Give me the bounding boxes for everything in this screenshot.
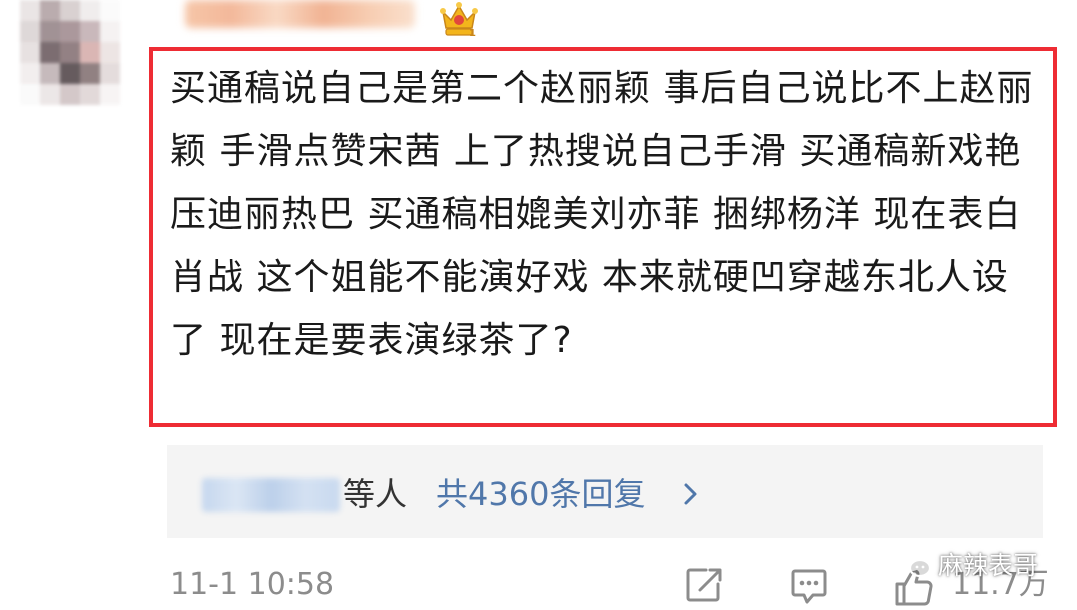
- replies-count-link[interactable]: 共4360条回复: [436, 472, 645, 516]
- chevron-right-icon[interactable]: [680, 480, 702, 508]
- svg-text:1: 1: [469, 28, 476, 38]
- replies-and-others-label: 等人: [343, 475, 408, 513]
- share-icon[interactable]: [684, 566, 724, 604]
- watermark: 麻辣表哥: [898, 546, 1038, 582]
- username-blurred[interactable]: [185, 0, 415, 28]
- timestamp: 11-1 10:58: [170, 567, 335, 602]
- replier-names-blurred: [202, 478, 340, 512]
- comment-text: 买通稿说自己是第二个赵丽颖 事后自己说比不上赵丽颖 手滑点赞宋茜 上了热搜说自己…: [170, 68, 1034, 361]
- watermark-text: 麻辣表哥: [938, 551, 1039, 580]
- crown-icon: 1: [440, 2, 478, 38]
- wechat-icon: [898, 550, 932, 578]
- comment-card: 1 买通稿说自己是第二个赵丽颖 事后自己说比不上赵丽颖 手滑点赞宋茜 上了热搜说…: [0, 0, 1077, 610]
- comment-icon[interactable]: [789, 567, 829, 607]
- avatar[interactable]: [20, 0, 140, 105]
